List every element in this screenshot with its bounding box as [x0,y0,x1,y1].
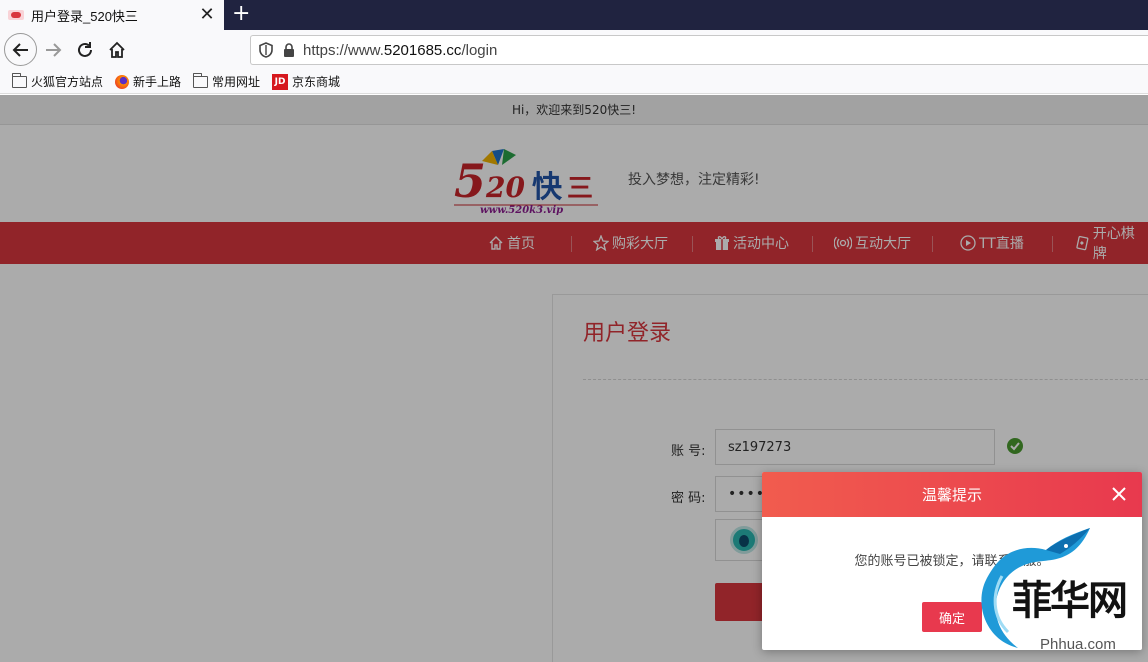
lock-icon[interactable] [283,42,295,58]
address-bar[interactable]: https://www.5201685.cc/login [250,35,1148,65]
bookmark-common-sites[interactable]: 常用网址 [193,72,261,90]
url-text[interactable]: https://www.5201685.cc/login [303,42,497,59]
tab-title: 用户登录_520快三 [31,8,138,24]
shield-icon[interactable] [259,42,273,58]
bookmark-label: 常用网址 [212,75,261,89]
bookmark-firefox-official[interactable]: 火狐官方站点 [12,72,104,90]
alert-dialog: 温馨提示 您的账号已被锁定，请联系客服。 确定 [762,472,1142,650]
bookmark-label: 新手上路 [133,75,182,89]
firefox-icon [115,74,130,89]
home-icon [109,41,125,58]
jd-logo-icon: JD [272,73,289,90]
url-prefix: https://www. [303,41,384,59]
new-tab-icon[interactable]: + [232,2,250,26]
dialog-header: 温馨提示 [762,472,1142,517]
site-favicon-icon [8,10,24,20]
confirm-button[interactable]: 确定 [922,602,982,632]
url-path: /login [461,41,498,59]
folder-icon [12,72,27,88]
bookmark-label: 火狐官方站点 [31,75,104,89]
folder-icon [193,72,209,88]
browser-tab-bar: 用户登录_520快三 ✕ + [0,0,1148,30]
close-tab-icon[interactable]: ✕ [198,5,216,25]
arrow-left-icon [12,42,28,57]
home-button[interactable] [102,35,132,65]
back-button[interactable] [4,33,37,66]
bookmark-label: 京东商城 [292,75,341,89]
reload-button[interactable] [70,35,100,65]
dialog-title: 温馨提示 [921,486,982,504]
url-host: 5201685.cc [383,41,462,59]
close-icon[interactable] [1110,485,1128,503]
arrow-right-icon [46,43,62,57]
dialog-message: 您的账号已被锁定，请联系客服。 [854,554,1050,569]
bookmark-getting-started[interactable]: 新手上路 [115,73,181,90]
bookmarks-toolbar: 火狐官方站点 新手上路 常用网址 JD 京东商城 [0,70,1148,94]
browser-toolbar: https://www.5201685.cc/login [0,30,1148,70]
forward-button[interactable] [38,35,68,65]
bookmark-jd[interactable]: JD 京东商城 [272,73,340,90]
reload-icon [78,42,92,57]
browser-tab[interactable]: 用户登录_520快三 ✕ [0,0,224,30]
